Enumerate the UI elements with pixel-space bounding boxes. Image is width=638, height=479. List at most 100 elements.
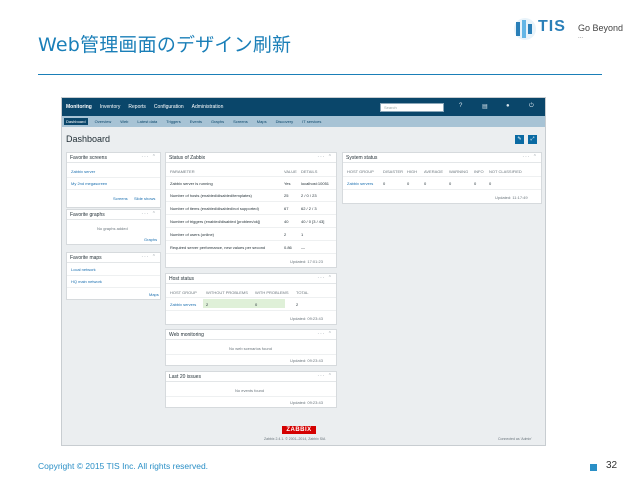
- column-header: HOST GROUP: [170, 290, 197, 295]
- widget-last-20-issues: Last 20 issues ··· ⌃ No events found Upd…: [165, 371, 337, 408]
- column-header: WITH PROBLEMS: [255, 290, 289, 295]
- user-icon[interactable]: ●: [506, 103, 510, 109]
- widget-controls-icon[interactable]: ··· ⌃: [522, 154, 538, 160]
- widget-favorite-graphs: Favorite graphs ··· ⌃ No graphs added Gr…: [66, 209, 161, 245]
- subnav-screens[interactable]: Screens: [231, 118, 250, 125]
- edit-dashboard-icon[interactable]: ✎: [515, 135, 524, 144]
- nav-configuration[interactable]: Configuration: [154, 104, 184, 110]
- table-cell: 0: [383, 181, 386, 186]
- table-cell: 2: [284, 232, 287, 237]
- tis-logo-mark-icon: [514, 18, 536, 40]
- help-icon[interactable]: ?: [459, 103, 462, 109]
- table-cell: localhost:10051: [301, 181, 330, 186]
- zabbix-logo: ZABBIX: [282, 426, 316, 434]
- screens-link[interactable]: Screens: [113, 196, 128, 201]
- maps-link[interactable]: Maps: [149, 292, 159, 297]
- search-input[interactable]: Search: [380, 103, 444, 112]
- subnav-graphs[interactable]: Graphs: [209, 118, 226, 125]
- table-cell: 1: [301, 232, 304, 237]
- widget-title: Host status: [169, 276, 195, 282]
- widget-favorite-screens: Favorite screens ··· ⌃ Zabbix server My …: [66, 152, 161, 208]
- nav-monitoring[interactable]: Monitoring: [66, 104, 92, 110]
- empty-message: No graphs added: [97, 226, 128, 231]
- no-problems-highlight: [203, 299, 285, 308]
- column-header: WARNING: [449, 169, 469, 174]
- table-cell: 2: [296, 302, 299, 307]
- column-header: VALUE: [284, 169, 297, 174]
- widget-web-monitoring: Web monitoring ··· ⌃ No web scenarios fo…: [165, 329, 337, 366]
- column-header: DISASTER: [383, 169, 404, 174]
- page-title: Dashboard: [66, 134, 111, 144]
- graphs-link[interactable]: Graphs: [144, 237, 157, 242]
- fullscreen-icon[interactable]: ⤢: [528, 135, 537, 144]
- table-cell: 0.86: [284, 245, 292, 250]
- favorite-screen-link[interactable]: My 2nd megascreen: [71, 181, 107, 186]
- zabbix-sub-nav: Dashboard Overview Web Latest data Trigg…: [62, 116, 545, 127]
- nav-reports[interactable]: Reports: [128, 104, 146, 110]
- table-cell: Number of users (online): [170, 232, 215, 237]
- widget-controls-icon[interactable]: ··· ⌃: [317, 331, 333, 337]
- table-cell: 67: [284, 206, 289, 211]
- host-group-link[interactable]: Zabbix servers: [170, 302, 196, 307]
- widget-controls-icon[interactable]: ··· ⌃: [141, 211, 157, 217]
- widget-controls-icon[interactable]: ··· ⌃: [141, 154, 157, 160]
- table-cell: 0: [449, 181, 452, 186]
- favorite-map-link[interactable]: HQ main network: [71, 279, 102, 284]
- table-cell: 25: [284, 193, 289, 198]
- column-header: HOST GROUP: [347, 169, 374, 174]
- widget-controls-icon[interactable]: ··· ⌃: [317, 154, 333, 160]
- subnav-it-services[interactable]: IT services: [300, 118, 323, 125]
- subnav-overview[interactable]: Overview: [93, 118, 114, 125]
- widget-title: Favorite screens: [70, 155, 107, 161]
- copyright: Copyright © 2015 TIS Inc. All rights res…: [38, 461, 209, 471]
- subnav-dashboard[interactable]: Dashboard: [64, 118, 88, 125]
- nav-administration[interactable]: Administration: [192, 104, 224, 110]
- nav-inventory[interactable]: Inventory: [100, 104, 121, 110]
- widget-title: Last 20 issues: [169, 374, 201, 380]
- widget-title: System status: [346, 155, 378, 161]
- subnav-triggers[interactable]: Triggers: [164, 118, 183, 125]
- updated-time: Updated: 09:23:43: [290, 400, 323, 405]
- table-cell: Zabbix server is running: [170, 181, 213, 186]
- zabbix-dashboard-screenshot: Monitoring Inventory Reports Configurati…: [61, 97, 546, 446]
- column-header: INFO: [474, 169, 484, 174]
- widget-status-of-zabbix: Status of Zabbix ··· ⌃ PARAMETER VALUE D…: [165, 152, 337, 268]
- subnav-events[interactable]: Events: [188, 118, 204, 125]
- page-number: 32: [606, 460, 618, 471]
- column-header: DETAILS: [301, 169, 318, 174]
- page-number-marker: [590, 464, 597, 471]
- table-cell: 0: [489, 181, 492, 186]
- table-cell: 40 / 0 [3 / 43]: [301, 219, 325, 224]
- footer-connected: Connected as 'Admin': [498, 437, 532, 441]
- favorite-map-link[interactable]: Local network: [71, 267, 96, 272]
- title-divider: [38, 74, 602, 75]
- tis-logo-tagline: Go Beyond: [578, 23, 624, 33]
- widget-controls-icon[interactable]: ··· ⌃: [141, 254, 157, 260]
- subnav-maps[interactable]: Maps: [255, 118, 269, 125]
- widget-controls-icon[interactable]: ··· ⌃: [317, 373, 333, 379]
- widget-favorite-maps: Favorite maps ··· ⌃ Local network HQ mai…: [66, 252, 161, 300]
- slide-shows-link[interactable]: Slide shows: [134, 196, 155, 201]
- widget-system-status: System status ··· ⌃ HOST GROUP DISASTER …: [342, 152, 542, 204]
- widget-controls-icon[interactable]: ··· ⌃: [317, 275, 333, 281]
- logout-icon[interactable]: ⏻: [529, 103, 534, 110]
- zabbix-top-nav: Monitoring Inventory Reports Configurati…: [62, 98, 545, 116]
- empty-message: No events found: [235, 388, 265, 393]
- subnav-web[interactable]: Web: [118, 118, 130, 125]
- table-cell: Number of hosts (enabled/disabled/templa…: [170, 193, 252, 198]
- table-cell: 0: [407, 181, 410, 186]
- column-header: AVERAGE: [424, 169, 444, 174]
- subnav-discovery[interactable]: Discovery: [274, 118, 296, 125]
- table-cell: 0: [255, 302, 258, 307]
- table-cell: Yes: [284, 181, 291, 186]
- table-cell: —: [301, 245, 305, 250]
- table-cell: 0: [424, 181, 427, 186]
- tis-logo: TIS Go Beyond ...: [512, 14, 627, 50]
- favorite-screen-link[interactable]: Zabbix server: [71, 169, 95, 174]
- updated-time: Updated: 11:17:49: [495, 195, 528, 200]
- host-group-link[interactable]: Zabbix servers: [347, 181, 373, 186]
- print-icon[interactable]: ▤: [482, 103, 488, 110]
- updated-time: Updated: 17:01:23: [290, 259, 323, 264]
- widget-title: Status of Zabbix: [169, 155, 206, 161]
- subnav-latest-data[interactable]: Latest data: [135, 118, 159, 125]
